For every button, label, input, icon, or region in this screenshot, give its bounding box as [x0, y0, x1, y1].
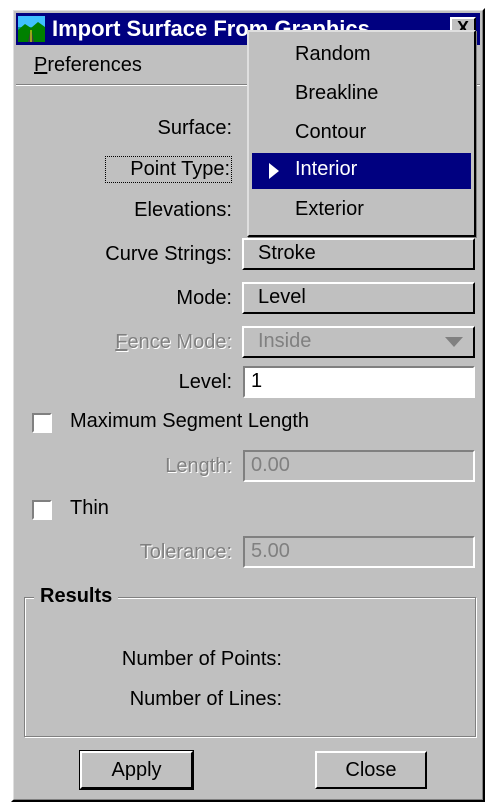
length-label: Length:	[165, 455, 232, 477]
num-points-label: Number of Points:	[121, 648, 282, 670]
elevations-label: Elevations:	[134, 199, 232, 221]
num-lines-label: Number of Lines:	[129, 688, 282, 710]
thin-checkbox[interactable]	[32, 500, 52, 520]
thin-label: Thin	[70, 497, 109, 519]
dropdown-option-breakline[interactable]: Breakline	[252, 77, 471, 113]
fence-mode-value: Inside	[258, 330, 312, 352]
curve-strings-label: Curve Strings:	[105, 243, 232, 265]
level-input[interactable]: 1	[243, 366, 475, 398]
point-type-dropdown: Random Breakline Contour Interior Exteri…	[247, 30, 476, 237]
dropdown-option-exterior[interactable]: Exterior	[252, 193, 471, 229]
max-segment-label: Maximum Segment Length	[70, 410, 310, 432]
fence-mode-label: Fence Mode:	[115, 331, 232, 353]
close-button[interactable]: Close	[315, 751, 427, 789]
curve-strings-select[interactable]: Stroke	[242, 238, 475, 270]
mode-label: Mode:	[176, 287, 232, 309]
surface-app-icon	[18, 16, 45, 42]
tolerance-input: 5.00	[243, 536, 475, 568]
point-type-label: Point Type:	[105, 156, 232, 183]
dropdown-option-random[interactable]: Random	[252, 38, 471, 74]
fence-mode-select: Inside	[242, 326, 475, 358]
length-input: 0.00	[243, 450, 475, 482]
max-segment-checkbox[interactable]	[32, 413, 52, 433]
dropdown-option-contour[interactable]: Contour	[252, 116, 471, 152]
surface-label: Surface:	[157, 117, 232, 139]
apply-button[interactable]: Apply	[79, 750, 194, 790]
tolerance-label: Tolerance:	[139, 541, 232, 563]
menu-preferences[interactable]: Preferences	[34, 54, 142, 77]
dropdown-option-interior[interactable]: Interior	[252, 153, 471, 189]
mode-select[interactable]: Level	[242, 282, 475, 314]
results-title: Results	[34, 585, 119, 608]
chevron-down-icon	[445, 337, 463, 347]
level-label: Level:	[178, 371, 232, 393]
selected-arrow-icon	[269, 163, 279, 179]
